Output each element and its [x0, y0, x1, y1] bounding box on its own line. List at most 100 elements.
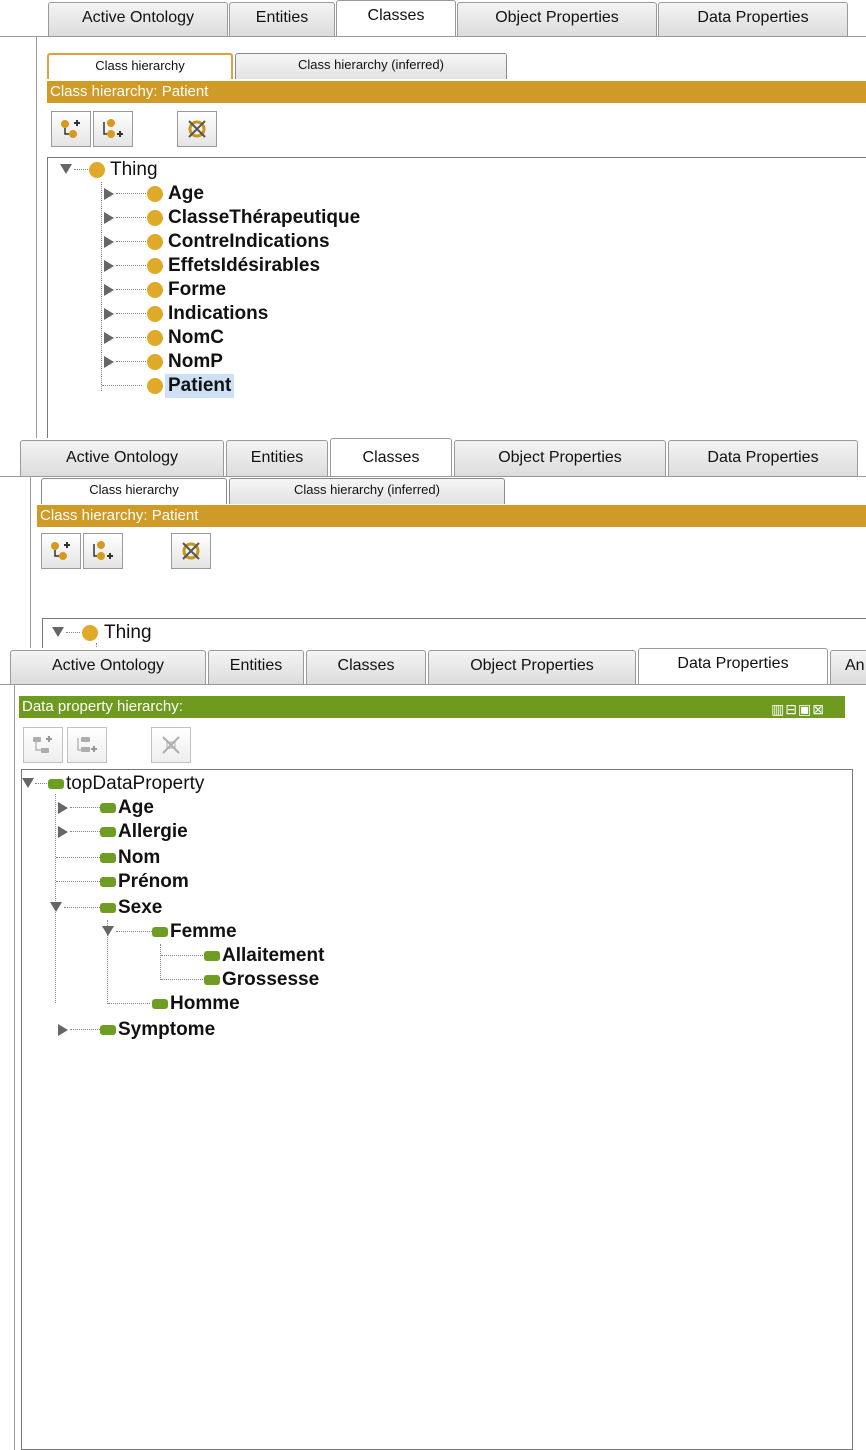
collapse-arrow-icon[interactable] [102, 926, 114, 936]
tree-node-thing[interactable]: Thing [42, 621, 842, 645]
tree-node-label: topDataProperty [66, 773, 205, 794]
class-icon [147, 306, 163, 322]
tree-node-age[interactable]: Age [48, 182, 848, 206]
add-sub-property-button[interactable] [23, 727, 63, 763]
tree-node-prenom[interactable]: Prénom [22, 870, 822, 894]
add-subclass-button[interactable] [51, 111, 91, 147]
expand-arrow-icon[interactable] [58, 802, 68, 814]
tree-node-nomp[interactable]: NomP [48, 350, 848, 374]
tree-connector [70, 807, 100, 808]
expand-arrow-icon[interactable] [104, 236, 114, 248]
expand-arrow-icon[interactable] [104, 308, 114, 320]
data-property-icon [100, 877, 116, 887]
tree-node-label: Thing [110, 159, 158, 180]
tab-entities[interactable]: Entities [229, 2, 335, 36]
tree-node-label: NomC [168, 327, 224, 348]
tree-connector [102, 385, 142, 386]
tree-node-label: Thing [104, 622, 152, 643]
class-icon [147, 354, 163, 370]
tree-node-label: Femme [170, 921, 237, 942]
expand-arrow-icon[interactable] [104, 332, 114, 344]
tree-node-femme[interactable]: Femme [22, 920, 822, 944]
collapse-arrow-icon[interactable] [50, 902, 62, 912]
expand-arrow-icon[interactable] [104, 212, 114, 224]
delete-icon [188, 120, 206, 138]
tree-node-forme[interactable]: Forme [48, 278, 848, 302]
tab-classes[interactable]: Classes [306, 650, 426, 684]
tree-connector [56, 857, 100, 858]
expand-arrow-icon[interactable] [104, 260, 114, 272]
tab-object-properties[interactable]: Object Properties [457, 2, 657, 36]
tree-node-indications[interactable]: Indications [48, 302, 848, 326]
collapse-arrow-icon[interactable] [52, 627, 64, 637]
expand-arrow-icon[interactable] [58, 1024, 68, 1036]
delete-icon [162, 736, 180, 754]
tree-node-effetsidesirables[interactable]: EffetsIdésirables [48, 254, 848, 278]
tab-entities[interactable]: Entities [208, 650, 304, 684]
collapse-arrow-icon[interactable] [22, 778, 34, 788]
tab-active-ontology[interactable]: Active Ontology [48, 2, 228, 36]
add-subclass-icon [61, 120, 80, 138]
add-sibling-button[interactable] [93, 111, 133, 147]
expand-arrow-icon[interactable] [104, 188, 114, 200]
class-hierarchy-header: Class hierarchy: Patient [47, 81, 866, 103]
expand-arrow-icon[interactable] [104, 284, 114, 296]
tab-object-properties[interactable]: Object Properties [428, 650, 636, 684]
tree-connector [116, 217, 146, 218]
tree-node-homme[interactable]: Homme [22, 992, 822, 1016]
tab-active-ontology[interactable]: Active Ontology [10, 650, 206, 684]
tab-class-hierarchy[interactable]: Class hierarchy [47, 53, 233, 79]
tree-node-topdataproperty[interactable]: topDataProperty [22, 772, 822, 796]
data-property-icon [48, 779, 64, 789]
data-property-icon [100, 853, 116, 863]
tab-data-properties[interactable]: Data Properties [658, 2, 848, 36]
tree-node-label: Allergie [118, 821, 188, 842]
tree-node-label: Forme [168, 279, 227, 300]
delete-class-button[interactable] [177, 111, 217, 147]
tree-node-age[interactable]: Age [22, 796, 822, 820]
data-property-hierarchy-header: Data property hierarchy: ▥⊟▣⊠ [19, 696, 845, 718]
tree-node-thing[interactable]: Thing [48, 158, 848, 182]
tree-node-nomc[interactable]: NomC [48, 326, 848, 350]
tree-node-grossesse[interactable]: Grossesse [22, 968, 822, 992]
main-tab-bar: Active Ontology Entities Classes Object … [0, 648, 866, 685]
data-property-icon [100, 827, 116, 837]
tree-node-label: Prénom [118, 871, 189, 892]
tab-class-hierarchy-inferred[interactable]: Class hierarchy (inferred) [235, 53, 507, 79]
tab-annotation-properties[interactable]: An [830, 650, 866, 684]
tree-connector [56, 881, 100, 882]
tree-node-label: Symptome [118, 1019, 216, 1040]
tree-connector [116, 931, 152, 932]
tree-connector [161, 955, 203, 956]
delete-property-button[interactable] [151, 727, 191, 763]
view-controls-icon[interactable]: ▥⊟▣⊠ [771, 698, 825, 720]
tree-node-classetherapeutique[interactable]: ClasseThérapeutique [48, 206, 848, 230]
tree-node-patient-selected[interactable]: Patient [48, 374, 848, 398]
add-sibling-property-button[interactable] [67, 727, 107, 763]
add-sibling-icon [77, 737, 97, 752]
class-icon [147, 282, 163, 298]
tab-data-properties[interactable]: Data Properties [638, 648, 828, 684]
expand-arrow-icon[interactable] [104, 356, 114, 368]
tree-connector [70, 831, 100, 832]
class-tree: Thing Age ClasseThérapeutique ContreIndi… [47, 157, 866, 438]
collapse-arrow-icon[interactable] [60, 164, 72, 174]
expand-arrow-icon[interactable] [58, 826, 68, 838]
tree-connector [108, 1003, 150, 1004]
class-icon [147, 378, 163, 394]
tree-node-label: Homme [170, 993, 240, 1014]
tree2-first-row-wrap: Thing [42, 618, 866, 648]
tree-node-symptome[interactable]: Symptome [22, 1018, 822, 1042]
tree-connector [116, 313, 146, 314]
tree-node-allaitement[interactable]: Allaitement [22, 944, 822, 968]
tree-node-sexe[interactable]: Sexe [22, 896, 822, 920]
tab-classes[interactable]: Classes [336, 0, 456, 36]
tree-connector [70, 1029, 100, 1030]
data-properties-panel: Active Ontology Entities Classes Object … [0, 648, 866, 1450]
tree-node-allergie[interactable]: Allergie [22, 820, 822, 844]
tree-node-contreindications[interactable]: ContreIndications [48, 230, 848, 254]
tree-node-nom[interactable]: Nom [22, 846, 822, 870]
class-icon [147, 210, 163, 226]
tree-node-label: NomP [168, 351, 223, 372]
tree-node-label: Patient [165, 374, 235, 398]
